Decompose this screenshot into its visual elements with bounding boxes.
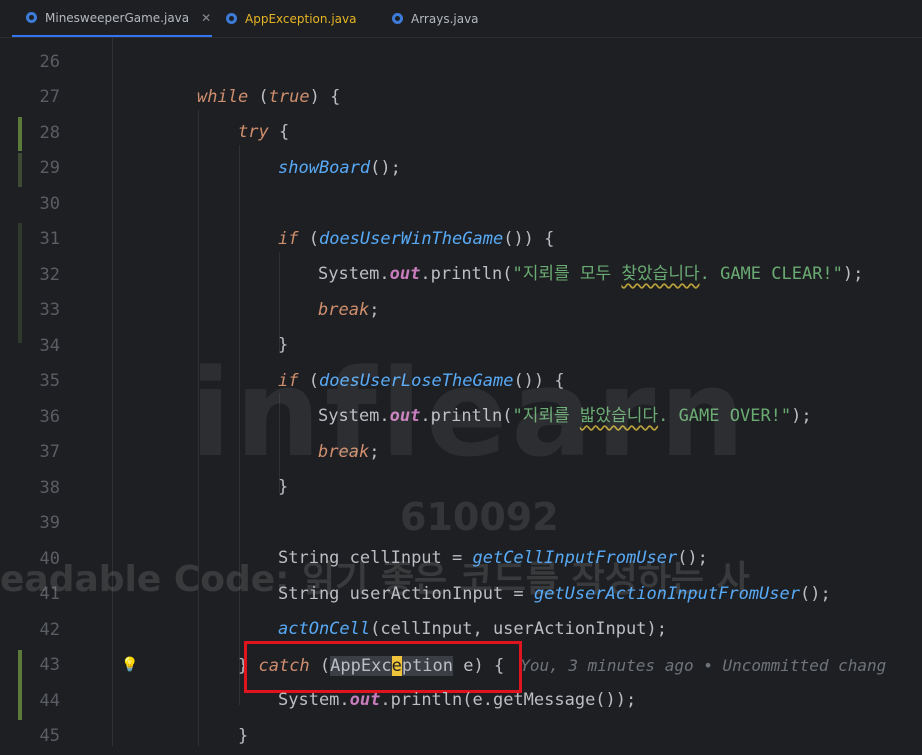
code-text: .println(e.getMessage()); (380, 690, 637, 710)
keyword: try (238, 122, 269, 142)
tab-label: AppException.java (245, 11, 357, 26)
line-number: 33 (39, 300, 60, 320)
code-line-40[interactable]: String cellInput = getCellInputFromUser(… (278, 541, 708, 577)
line-number: 34 (39, 336, 60, 356)
code-line-31[interactable]: if (doesUserWinTheGame()) { (278, 222, 554, 258)
tab-label: Arrays.java (411, 11, 479, 26)
line-number: 30 (39, 194, 60, 214)
java-file-icon (26, 12, 37, 23)
watermark-number: 610092 (400, 495, 559, 539)
code-line-44[interactable]: System.out.println(e.getMessage()); (278, 683, 636, 719)
keyword: while (197, 87, 249, 107)
code-line-32[interactable]: System.out.println("지뢰를 모두 찾았습니다. GAME C… (318, 257, 863, 293)
line-number: 27 (39, 87, 60, 107)
code-text: ()) { (503, 229, 555, 249)
string-literal: . GAME CLEAR!" (699, 264, 843, 284)
line-number: 39 (39, 513, 60, 533)
line-number: 31 (39, 229, 60, 249)
line-number: 26 (39, 52, 60, 72)
code-text: (); (677, 548, 708, 568)
line-number: 29 (39, 158, 60, 178)
code-text: .println( (420, 264, 513, 284)
code-text: userActionInput = (339, 584, 534, 604)
line-number: 37 (39, 442, 60, 462)
line-number: 44 (39, 691, 60, 711)
line-number: 36 (39, 407, 60, 427)
method-call: getCellInputFromUser (472, 548, 678, 568)
code-text: { (268, 122, 290, 142)
java-file-icon (392, 13, 403, 24)
type-ref: String (278, 584, 340, 604)
code-text: ( (298, 229, 319, 249)
tab-minesweepergame[interactable]: MinesweeperGame.java ✕ (12, 0, 212, 37)
code-line-41[interactable]: String userActionInput = getUserActionIn… (278, 577, 831, 613)
line-number: 38 (39, 478, 60, 498)
line-number: 32 (39, 265, 60, 285)
lightbulb-icon[interactable]: 💡 (121, 657, 138, 673)
field-ref: out (389, 264, 421, 284)
string-literal: "지뢰를 모두 (512, 264, 622, 284)
editor-tab-bar: MinesweeperGame.java ✕ AppException.java… (0, 0, 922, 38)
code-text: (); (370, 158, 401, 178)
line-number: 28 (39, 123, 60, 143)
line-number: 45 (39, 726, 60, 746)
keyword: break (318, 300, 370, 320)
keyword: if (278, 229, 299, 249)
code-line-28[interactable]: try { (238, 115, 289, 151)
code-text: ); (842, 264, 864, 284)
tab-label: MinesweeperGame.java (45, 10, 190, 25)
close-icon[interactable]: ✕ (201, 11, 211, 25)
type-ref: String (278, 548, 340, 568)
code-text: } (238, 726, 249, 746)
code-text: (); (800, 584, 831, 604)
code-line-27[interactable]: while (true) { (197, 80, 340, 116)
method-call: actOnCell (278, 619, 371, 639)
code-line-45[interactable]: } (238, 719, 248, 755)
git-blame-inlay: You, 3 minutes ago • Uncommitted chang (520, 656, 887, 675)
class-ref: System. (278, 690, 350, 710)
line-number: 35 (39, 371, 60, 391)
code-text: (cellInput, userActionInput); (370, 619, 667, 639)
method-call: getUserActionInputFromUser (533, 584, 800, 604)
code-text: ( (248, 87, 269, 107)
code-text: ); (791, 406, 812, 426)
code-text: ; (369, 300, 380, 320)
line-number: 43 (39, 655, 60, 675)
method-call: doesUserWinTheGame (318, 229, 504, 249)
code-text: ) { (309, 87, 341, 107)
field-ref: out (349, 690, 381, 710)
line-number: 42 (39, 620, 60, 640)
keyword: true (268, 87, 310, 107)
java-file-icon (226, 13, 237, 24)
tab-appexception[interactable]: AppException.java (226, 0, 376, 37)
class-ref: System. (318, 264, 390, 284)
tab-arrays[interactable]: Arrays.java (392, 0, 512, 37)
code-text: cellInput = (339, 548, 473, 568)
code-line-33[interactable]: break; (318, 293, 379, 329)
method-call: showBoard (278, 158, 371, 178)
code-line-29[interactable]: showBoard(); (278, 151, 401, 187)
string-literal-typo: 찾았습니다 (621, 264, 700, 284)
watermark-logo: inflearn (190, 345, 749, 484)
